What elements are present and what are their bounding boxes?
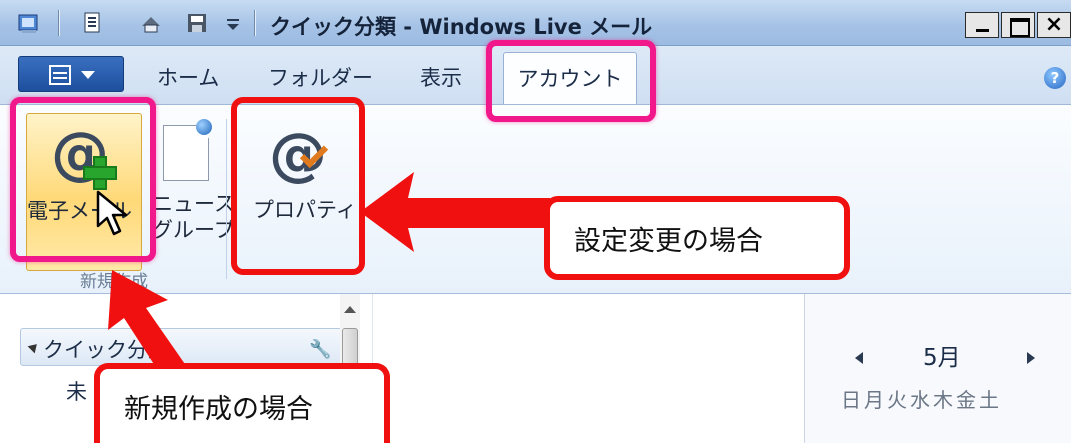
properties-button-highlight — [231, 97, 365, 275]
title-bar-separator — [254, 10, 255, 36]
quick-views-title: クイック分類 — [43, 338, 169, 362]
calendar-prev-arrow-icon[interactable] — [855, 352, 863, 364]
calendar-month: 5月 — [923, 345, 961, 371]
newsgroup-label-line2: グループ — [152, 218, 235, 243]
tab-view[interactable]: 表示 — [420, 62, 462, 92]
callout-new-create: 新規作成の場合 — [94, 363, 390, 443]
send-receive-icon[interactable] — [140, 12, 162, 34]
menu-document-icon — [49, 65, 71, 85]
new-document-icon[interactable] — [82, 12, 104, 34]
newsgroup-label-line1: ニュース — [152, 192, 235, 216]
newsgroup-button-label[interactable]: ニュース グループ — [152, 191, 235, 244]
calendar-weekday-row: 日 月 火 水 木 金 土 — [841, 384, 1002, 413]
folder-list-item[interactable]: 未 — [66, 376, 87, 406]
email-button-highlight — [10, 97, 156, 262]
weekday-label: 木 — [933, 388, 953, 412]
mouse-pointer-icon — [96, 190, 132, 236]
ribbon-panel: @ 電子メール ニュース グループ 新規作成 @ プロパティ — [0, 104, 1071, 294]
window-controls: × — [963, 12, 1071, 38]
window-title: クイック分類 - Windows Live メール — [270, 15, 653, 39]
calendar-pane: 5月 日 月 火 水 木 金 土 — [804, 294, 1071, 443]
tab-folder[interactable]: フォルダー — [268, 62, 373, 92]
ribbon-group-label-new: 新規作成 — [80, 272, 148, 292]
weekday-label: 金 — [956, 388, 976, 412]
account-tab-highlight — [486, 40, 656, 122]
app-menu-button[interactable] — [18, 56, 124, 92]
callout-settings-change: 設定変更の場合 — [544, 196, 850, 280]
weekday-label: 土 — [979, 388, 999, 412]
chevron-down-icon — [81, 71, 95, 79]
title-bar-separator — [58, 10, 59, 36]
weekday-label: 日 — [841, 388, 861, 412]
tab-home[interactable]: ホーム — [157, 62, 219, 92]
save-icon[interactable] — [186, 12, 208, 34]
weekday-label: 月 — [864, 388, 884, 412]
quick-views-header[interactable]: クイック分類 🔧 — [20, 328, 342, 366]
help-icon[interactable]: ? — [1044, 67, 1066, 89]
weekday-label: 水 — [910, 388, 930, 412]
scroll-up-arrow-icon[interactable] — [344, 306, 356, 313]
app-icon[interactable] — [18, 12, 40, 34]
customize-toolbar-icon[interactable] — [222, 12, 244, 34]
ribbon-group-divider — [226, 119, 227, 279]
wrench-icon[interactable]: 🔧 — [309, 339, 331, 360]
collapse-triangle-icon[interactable] — [27, 340, 41, 354]
message-list-pane — [372, 294, 804, 443]
calendar-next-arrow-icon[interactable] — [1027, 352, 1035, 364]
newsgroup-pin-icon — [196, 119, 212, 135]
close-button[interactable]: × — [1037, 12, 1071, 38]
weekday-label: 火 — [887, 388, 907, 412]
maximize-button[interactable] — [1001, 12, 1035, 38]
minimize-button[interactable] — [965, 12, 999, 38]
